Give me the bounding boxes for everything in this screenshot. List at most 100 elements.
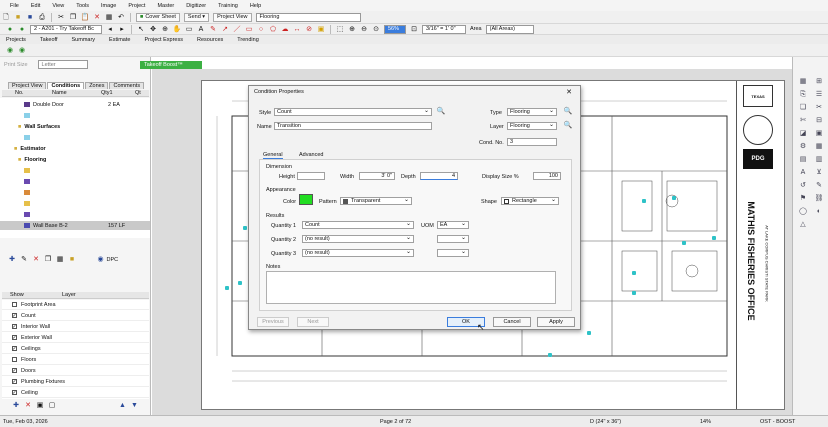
pattern-select[interactable]: Transparent xyxy=(340,196,412,205)
height-input[interactable] xyxy=(297,172,325,180)
ruler-icon[interactable]: ⊟ xyxy=(815,116,824,125)
display-size-input[interactable]: 100 xyxy=(533,172,561,180)
save-icon[interactable]: ■ xyxy=(26,13,35,22)
history-icon[interactable]: ↺ xyxy=(799,181,808,190)
next-button[interactable]: Next xyxy=(297,317,329,327)
previous-button[interactable]: Previous xyxy=(257,317,289,327)
count-marker[interactable] xyxy=(642,199,646,203)
paste-icon[interactable]: 📋 xyxy=(81,13,90,22)
condition-row[interactable] xyxy=(0,166,150,175)
close-icon[interactable]: ✕ xyxy=(566,88,572,96)
name-input[interactable]: Transition xyxy=(274,122,432,130)
grid-icon[interactable]: ▦ xyxy=(815,142,824,151)
cut-icon[interactable]: ✂ xyxy=(815,103,824,112)
count-marker[interactable] xyxy=(238,281,242,285)
new-layer-icon[interactable]: ✚ xyxy=(12,401,21,410)
condition-row[interactable]: ■ Flooring xyxy=(0,155,150,164)
list-icon[interactable]: ☰ xyxy=(815,90,824,99)
layer-checkbox[interactable]: ✓ xyxy=(12,368,17,374)
open-icon[interactable]: ■ xyxy=(14,13,23,22)
menu-project[interactable]: Project xyxy=(128,3,145,9)
type-search-icon[interactable]: 🔍 xyxy=(564,107,573,116)
count-marker[interactable] xyxy=(587,331,591,335)
new-icon[interactable]: 🗋 xyxy=(2,13,11,22)
tab-projects[interactable]: Projects xyxy=(6,37,26,43)
dimension-icon[interactable]: ↔ xyxy=(293,25,302,34)
count-marker[interactable] xyxy=(672,196,676,200)
condition-row[interactable] xyxy=(0,111,150,120)
takeoff-back-icon[interactable]: ◉ xyxy=(6,46,15,55)
select-icon[interactable]: ▦ xyxy=(799,77,808,86)
attach-icon[interactable]: ⎘ xyxy=(799,90,808,99)
zoom-select[interactable]: 56% xyxy=(384,24,406,34)
menu-edit[interactable]: Edit xyxy=(31,3,40,9)
cancel-button[interactable]: Cancel xyxy=(493,317,531,327)
delete-icon[interactable]: ✕ xyxy=(93,13,102,22)
scissors-icon[interactable]: ✄ xyxy=(799,116,808,125)
depth-input[interactable]: 4 xyxy=(420,172,458,180)
condition-row[interactable] xyxy=(0,199,150,208)
layer-checkbox[interactable] xyxy=(12,357,17,362)
fit-page-icon[interactable]: ⬚ xyxy=(336,25,345,34)
condition-row[interactable] xyxy=(0,188,150,197)
scale-select[interactable]: 3/16" = 1' 0" xyxy=(422,24,466,34)
menu-tools[interactable]: Tools xyxy=(76,3,89,9)
menu-training[interactable]: Training xyxy=(218,3,238,9)
settings-icon[interactable]: ⚙ xyxy=(799,142,808,151)
menu-view[interactable]: View xyxy=(52,3,64,9)
menu-file[interactable]: File xyxy=(10,3,19,9)
stamp-icon[interactable]: ⊘ xyxy=(305,25,314,34)
zoom-in-icon[interactable]: ⊕ xyxy=(348,25,357,34)
count-marker[interactable] xyxy=(632,271,636,275)
grid-icon[interactable]: ▦ xyxy=(105,13,114,22)
style-search-icon[interactable]: 🔍 xyxy=(437,107,446,116)
count-marker[interactable] xyxy=(225,286,229,290)
circle-icon[interactable]: ◯ xyxy=(799,207,808,216)
count-marker[interactable] xyxy=(682,241,686,245)
count-marker[interactable] xyxy=(548,353,552,357)
zoom-window-icon[interactable]: ⊕ xyxy=(161,25,170,34)
cover-sheet-button[interactable]: ■ Cover Sheet xyxy=(136,12,180,22)
condition-row[interactable]: Double Door 2 EA xyxy=(0,100,150,109)
page-next-icon[interactable]: ▸ xyxy=(118,25,127,34)
table-icon[interactable]: ▤ xyxy=(799,155,808,164)
send-button[interactable]: Send ▾ xyxy=(183,12,210,22)
measure-icon[interactable]: ⊞ xyxy=(815,77,824,86)
line-icon[interactable]: ／ xyxy=(233,25,242,34)
print-icon[interactable]: ⎙ xyxy=(38,13,47,22)
condition-row[interactable]: Wall Base B-2 157 LF xyxy=(0,221,150,230)
layer-checkbox[interactable]: ✓ xyxy=(12,346,17,352)
split-icon[interactable]: ◪ xyxy=(799,129,808,138)
layer-select[interactable]: Flooring xyxy=(507,121,557,130)
zoom-out-icon[interactable]: ⊖ xyxy=(360,25,369,34)
tab-advanced[interactable]: Advanced xyxy=(299,152,323,158)
notes-textarea[interactable] xyxy=(266,271,556,304)
layer-checkbox[interactable] xyxy=(12,302,17,307)
pen-icon[interactable]: ✎ xyxy=(209,25,218,34)
new-condition-icon[interactable]: ✚ xyxy=(8,255,17,264)
bookmark-icon[interactable]: ⚑ xyxy=(799,194,808,203)
count-marker[interactable] xyxy=(632,291,636,295)
rectangle-icon[interactable]: ▭ xyxy=(245,25,254,34)
text-icon[interactable]: A xyxy=(197,25,206,34)
dpc-icon[interactable]: ◉ xyxy=(96,255,105,264)
tab-general[interactable]: General xyxy=(263,152,283,159)
tab-project-express[interactable]: Project Express xyxy=(144,37,183,43)
panel-tab-project-view[interactable]: Project View xyxy=(8,82,47,89)
move-down-icon[interactable]: ▼ xyxy=(130,401,139,410)
tab-summary[interactable]: Summary xyxy=(72,37,96,43)
quantity2-select[interactable]: (no result) xyxy=(302,234,414,243)
tab-trending[interactable]: Trending xyxy=(237,37,259,43)
tab-estimate[interactable]: Estimate xyxy=(109,37,130,43)
condition-row[interactable]: ■ Estimator xyxy=(0,144,150,153)
project-view-button[interactable]: Project View xyxy=(213,12,252,22)
uom2-select[interactable] xyxy=(437,234,469,243)
page-select[interactable]: 2 - A201 - Try Takeoff Bc xyxy=(30,24,102,34)
area-select[interactable]: (All Areas) xyxy=(485,24,534,34)
quantity3-select[interactable]: (no result) xyxy=(302,248,414,257)
quantity1-select[interactable]: Count xyxy=(302,220,414,229)
menu-image[interactable]: Image xyxy=(101,3,116,9)
hand-icon[interactable]: ✋ xyxy=(173,25,182,34)
takeoff-forward-icon[interactable]: ◉ xyxy=(18,46,27,55)
highlight-icon[interactable]: ▭ xyxy=(185,25,194,34)
